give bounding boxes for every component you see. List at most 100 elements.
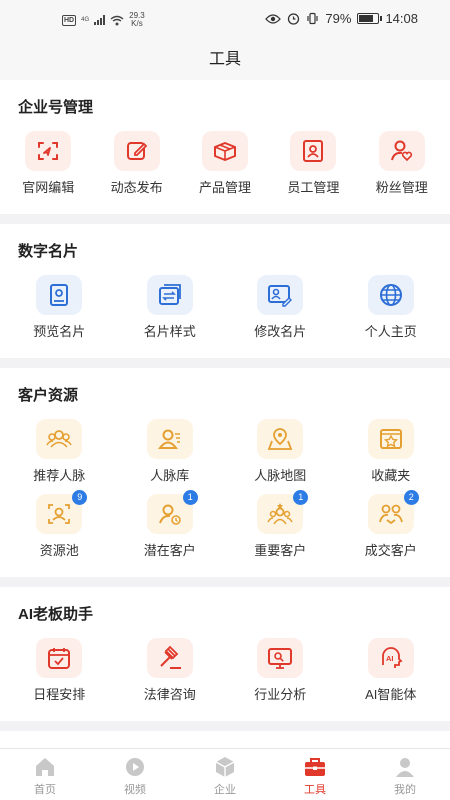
tool-icon-box bbox=[146, 638, 193, 678]
tool-icon-box bbox=[25, 131, 72, 171]
tool-item[interactable]: 法律咨询 bbox=[115, 634, 226, 709]
battery-percent: 79% bbox=[325, 11, 352, 26]
tool-item[interactable]: 个人主页 bbox=[336, 271, 447, 346]
tool-icon-box bbox=[146, 275, 193, 315]
calendar-icon bbox=[48, 648, 71, 669]
nav-item[interactable]: 企业 bbox=[180, 749, 270, 800]
wifi-icon bbox=[110, 15, 124, 25]
tool-item[interactable]: 人脉库 bbox=[115, 415, 226, 490]
nav-label: 企业 bbox=[214, 784, 236, 796]
tool-icon-box bbox=[146, 419, 193, 459]
hd-indicator: HD bbox=[62, 14, 77, 26]
speed-unit: K/s bbox=[131, 19, 143, 28]
monitor-search-icon bbox=[268, 648, 293, 669]
tool-icon-box bbox=[113, 131, 160, 171]
bottom-nav: 首页 视频 企业 工具 我的 bbox=[0, 748, 450, 800]
count-badge: 2 bbox=[403, 490, 419, 505]
tools-content[interactable]: 企业号管理 官网编辑 动态发布 产品管理 员工管理 粉丝管理 数字名片 预览名片 名片样式 修改名… bbox=[0, 80, 450, 748]
tool-label: 预览名片 bbox=[33, 324, 86, 339]
tool-icon-box bbox=[257, 419, 304, 459]
video-icon bbox=[126, 758, 144, 776]
alarm-icon bbox=[288, 13, 300, 25]
tool-item[interactable]: 1 重要客户 bbox=[225, 490, 336, 565]
scan-icon bbox=[38, 142, 59, 160]
section-1: 企业号管理 官网编辑 动态发布 产品管理 员工管理 粉丝管理 bbox=[0, 80, 450, 214]
signal-icon bbox=[94, 15, 106, 25]
tool-icon-box: AI bbox=[367, 638, 414, 678]
tool-item[interactable]: 收藏夹 bbox=[336, 415, 447, 490]
tool-item[interactable]: 官网编辑 bbox=[4, 127, 92, 202]
card-preview-icon bbox=[50, 284, 69, 306]
star-folder-icon bbox=[379, 429, 402, 449]
clock: 14:08 bbox=[385, 11, 418, 26]
section-4: AI老板助手日程安排 法律咨询 行业分析 AI AI智能体 bbox=[0, 587, 450, 721]
tool-item[interactable]: 修改名片 bbox=[225, 271, 336, 346]
contact-list-icon bbox=[157, 429, 180, 449]
eye-icon bbox=[265, 13, 282, 24]
tool-icon-box bbox=[257, 275, 304, 315]
tool-item[interactable]: 9 资源池 bbox=[4, 490, 115, 565]
tool-label: 人脉库 bbox=[150, 468, 190, 483]
tool-item[interactable]: 员工管理 bbox=[269, 127, 357, 202]
network-type: 4G bbox=[81, 17, 90, 23]
section-title: 营销素材 bbox=[0, 731, 450, 748]
tool-label: 日程安排 bbox=[33, 687, 86, 702]
tool-label: 行业分析 bbox=[254, 687, 307, 702]
tool-label: 重要客户 bbox=[254, 543, 307, 558]
tool-grid: 日程安排 法律咨询 行业分析 AI AI智能体 bbox=[0, 634, 450, 709]
tool-item[interactable]: 行业分析 bbox=[225, 634, 336, 709]
map-pin-icon bbox=[267, 428, 293, 450]
tool-icon-box bbox=[201, 131, 248, 171]
nav-item[interactable]: 工具 bbox=[270, 749, 360, 800]
cube-icon bbox=[215, 757, 235, 777]
tool-icon-box bbox=[290, 131, 337, 171]
tool-item[interactable]: 1 潜在客户 bbox=[115, 490, 226, 565]
nav-label: 我的 bbox=[394, 784, 416, 796]
pool-icon bbox=[48, 504, 71, 524]
count-badge: 1 bbox=[293, 490, 309, 505]
tool-label: 潜在客户 bbox=[143, 543, 196, 558]
tool-item[interactable]: 日程安排 bbox=[4, 634, 115, 709]
tool-icon-box bbox=[36, 638, 83, 678]
count-badge: 9 bbox=[72, 490, 88, 505]
nav-item[interactable]: 首页 bbox=[0, 749, 90, 800]
tool-item[interactable]: 推荐人脉 bbox=[4, 415, 115, 490]
edit-icon bbox=[126, 142, 147, 160]
network-speed: 29.3 K/s bbox=[129, 12, 145, 28]
tool-item[interactable]: 粉丝管理 bbox=[358, 127, 446, 202]
tool-item[interactable]: 预览名片 bbox=[4, 271, 115, 346]
globe-icon bbox=[379, 284, 402, 306]
tool-item[interactable]: 动态发布 bbox=[92, 127, 180, 202]
box-icon bbox=[213, 142, 236, 161]
tool-label: 成交客户 bbox=[364, 543, 417, 558]
tool-icon-box: 9 bbox=[36, 490, 88, 534]
nav-item[interactable]: 我的 bbox=[360, 749, 450, 800]
card-switch-icon bbox=[158, 284, 181, 305]
nav-item[interactable]: 视频 bbox=[90, 749, 180, 800]
nav-label: 视频 bbox=[124, 784, 146, 796]
tool-icon-box bbox=[36, 419, 83, 459]
tool-item[interactable]: 产品管理 bbox=[181, 127, 269, 202]
section-2: 数字名片 预览名片 名片样式 修改名片 个人主页 bbox=[0, 224, 450, 358]
tool-label: 官网编辑 bbox=[22, 180, 75, 195]
employee-card-icon bbox=[303, 140, 324, 162]
gavel-icon bbox=[160, 645, 181, 669]
section-3: 客户资源 推荐人脉 人脉库 人脉地图 收藏夹 9 资源池 1 潜在客户 1 重要客户 2 成交客户 bbox=[0, 368, 450, 577]
section-title: AI老板助手 bbox=[18, 606, 94, 623]
status-bar: HD 4G 29.3 K/s 79% 14:08 bbox=[0, 0, 450, 40]
tool-label: 资源池 bbox=[39, 543, 79, 558]
tool-label: 产品管理 bbox=[198, 180, 251, 195]
tool-item[interactable]: AI AI智能体 bbox=[336, 634, 447, 709]
status-right: 79% 14:08 bbox=[265, 11, 418, 26]
tool-item[interactable]: 2 成交客户 bbox=[336, 490, 447, 565]
tool-icon-box bbox=[378, 131, 425, 171]
tool-icon-box: 1 bbox=[146, 490, 198, 534]
group-icon bbox=[46, 430, 72, 448]
deal-client-icon bbox=[378, 504, 403, 525]
toolbox-icon bbox=[305, 758, 325, 776]
tool-item[interactable]: 人脉地图 bbox=[225, 415, 336, 490]
tool-icon-box bbox=[367, 419, 414, 459]
svg-text:AI: AI bbox=[386, 654, 394, 663]
tool-item[interactable]: 名片样式 bbox=[115, 271, 226, 346]
tool-label: 收藏夹 bbox=[371, 468, 411, 483]
